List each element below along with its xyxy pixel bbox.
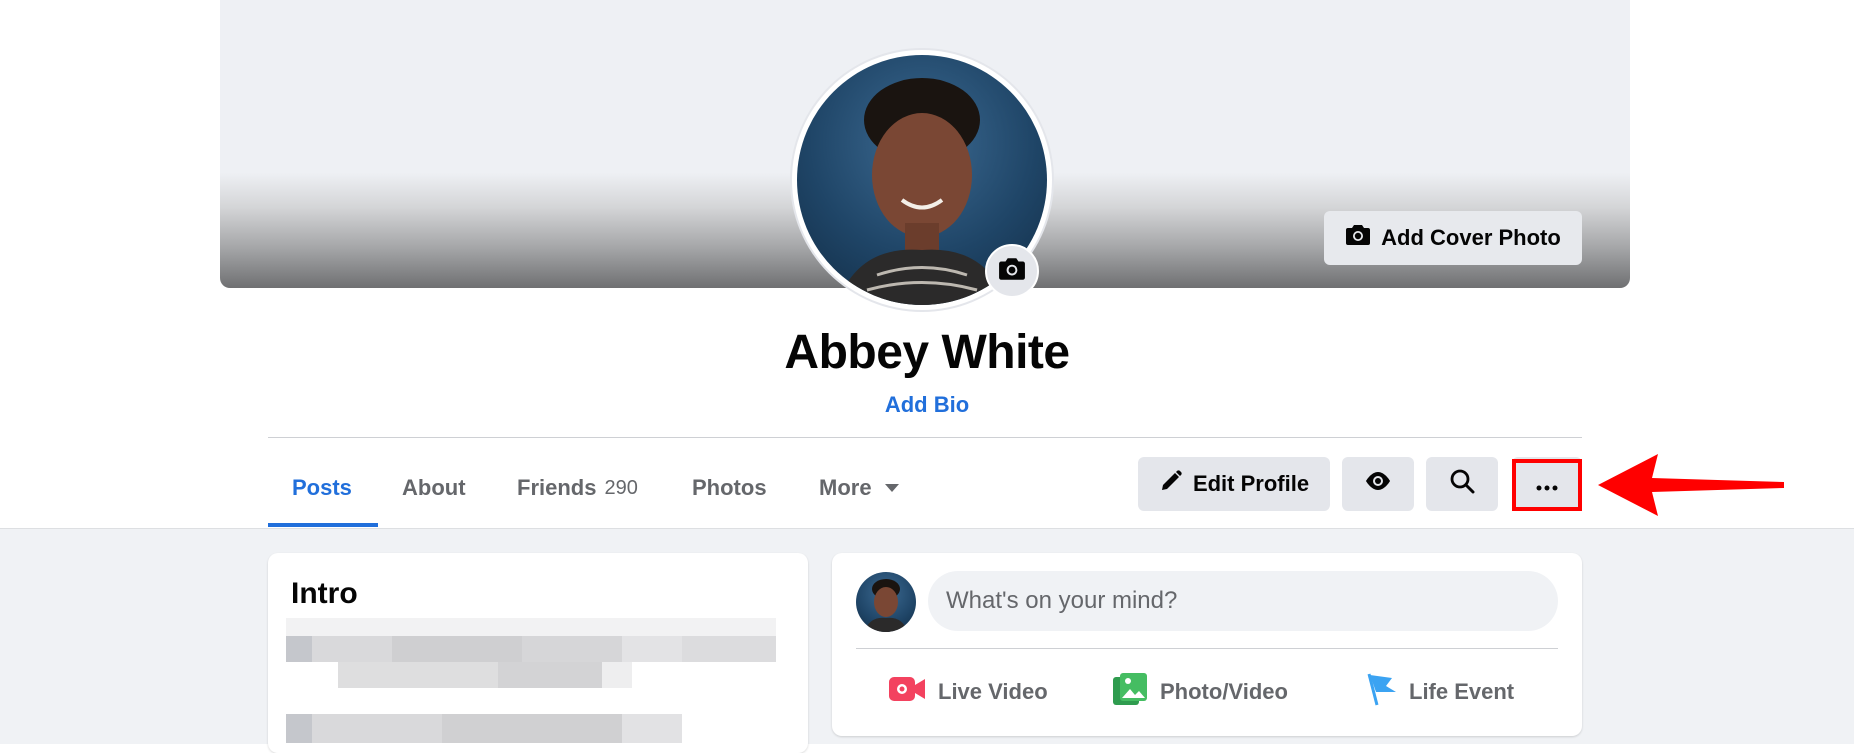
life-event-label: Life Event [1409,679,1515,704]
tab-label: Friends [517,475,597,500]
camera-icon [1345,224,1371,252]
divider [268,437,1582,438]
profile-name: Abbey White [784,326,1070,379]
tab-label: About [402,475,466,500]
edit-profile-label: Edit Profile [1192,471,1310,496]
friends-count: 290 [604,476,638,499]
photo-video-button[interactable]: Photo/Video [1112,660,1288,724]
search-icon [1449,468,1475,500]
tab-label: Posts [292,475,352,500]
live-video-icon [888,674,926,710]
composer-avatar [856,572,916,632]
add-cover-photo-label: Add Cover Photo [1381,225,1561,250]
highlight-box [1512,459,1582,511]
eye-icon [1364,471,1392,497]
tab-label: More [819,475,872,500]
tab-friends[interactable]: Friends 290 [493,448,662,528]
composer-divider [856,648,1558,649]
tab-photos[interactable]: Photos [668,448,791,528]
camera-icon [998,257,1026,286]
live-video-button[interactable]: Live Video [888,660,1048,724]
intro-title: Intro [291,577,358,610]
edit-profile-button[interactable]: Edit Profile [1138,457,1330,511]
add-cover-photo-button[interactable]: Add Cover Photo [1324,211,1582,265]
tab-about[interactable]: About [378,448,490,528]
tab-more[interactable]: More [795,448,924,528]
update-profile-picture-button[interactable] [985,244,1039,298]
life-event-icon [1365,672,1397,712]
annotation-arrow-icon [1598,454,1784,516]
view-as-button[interactable] [1342,457,1414,511]
photo-video-label: Photo/Video [1160,679,1288,704]
tab-label: Photos [692,475,767,500]
tab-posts[interactable]: Posts [268,448,376,528]
caret-down-icon [884,483,900,493]
add-bio-link[interactable]: Add Bio [0,392,1854,418]
pencil-icon [1159,469,1183,499]
active-tab-indicator [268,523,378,527]
life-event-button[interactable]: Life Event [1365,660,1514,724]
live-video-label: Live Video [938,679,1048,704]
redacted-intro-content [286,618,776,743]
photo-video-icon [1112,672,1148,712]
search-profile-button[interactable] [1426,457,1498,511]
whats-on-your-mind-input[interactable] [928,571,1558,631]
